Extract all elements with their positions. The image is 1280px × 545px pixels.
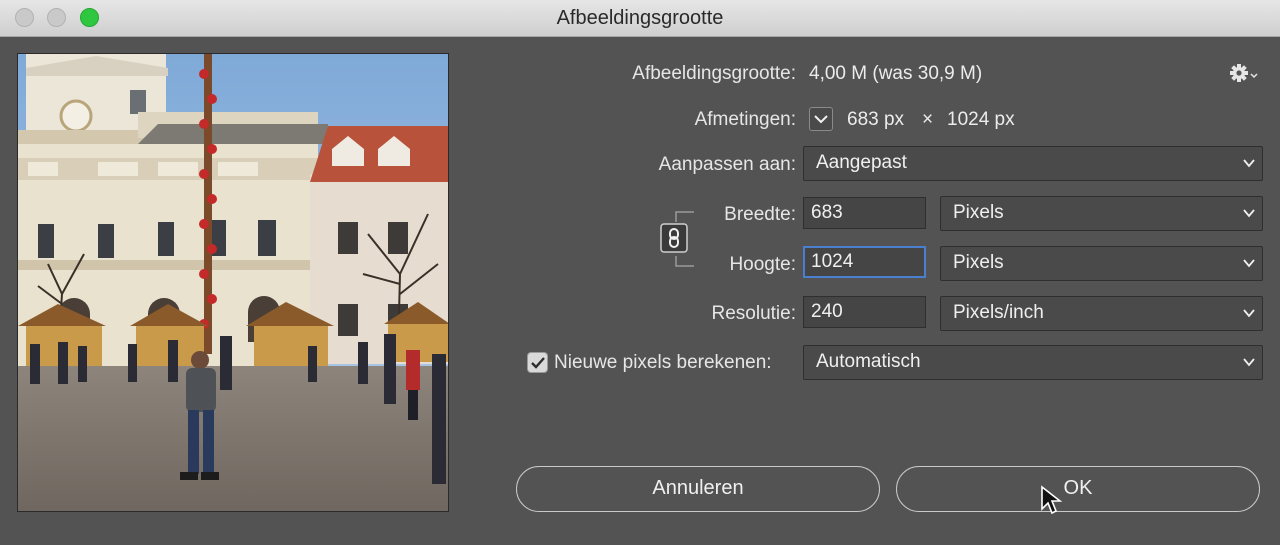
dimensions-label: Afmetingen: <box>694 109 796 130</box>
dimensions-dropdown-button[interactable] <box>809 107 833 131</box>
chain-link-icon[interactable] <box>660 223 688 253</box>
resample-label: Nieuwe pixels berekenen: <box>554 352 772 373</box>
width-unit-value: Pixels <box>953 202 1004 223</box>
checkmark-icon <box>531 357 545 369</box>
chevron-down-icon <box>1243 358 1255 367</box>
chevron-down-icon <box>1243 159 1255 168</box>
cancel-button[interactable]: Annuleren <box>516 466 880 512</box>
resample-checkbox[interactable] <box>527 352 548 373</box>
gear-icon[interactable] <box>1229 62 1259 84</box>
height-input[interactable] <box>803 246 926 278</box>
window-title: Afbeeldingsgrootte <box>556 7 724 29</box>
width-unit-select[interactable]: Pixels <box>940 196 1263 231</box>
fit-to-label: Aanpassen aan: <box>658 154 796 175</box>
ok-button[interactable]: OK <box>896 466 1260 512</box>
resolution-input[interactable] <box>803 296 926 328</box>
height-label: Hoogte: <box>729 254 796 275</box>
image-size-value: 4,00 M (was 30,9 M) <box>809 63 983 84</box>
resolution-label: Resolutie: <box>711 303 797 324</box>
resample-method-value: Automatisch <box>816 351 921 372</box>
resolution-unit-select[interactable]: Pixels/inch <box>940 296 1263 331</box>
height-unit-value: Pixels <box>953 252 1004 273</box>
width-label: Breedte: <box>724 204 796 225</box>
resample-method-select[interactable]: Automatisch <box>803 345 1263 380</box>
image-size-label: Afbeeldingsgrootte: <box>632 63 796 84</box>
preview-photo <box>18 54 448 511</box>
dimensions-times: × <box>922 109 934 130</box>
mouse-pointer-icon <box>1041 485 1062 515</box>
chevron-down-icon <box>1243 209 1255 218</box>
dimensions-height-value: 1024 px <box>947 109 1015 130</box>
fit-to-select[interactable]: Aangepast <box>803 146 1263 181</box>
resolution-unit-value: Pixels/inch <box>953 302 1044 323</box>
fit-to-value: Aangepast <box>816 152 907 173</box>
image-preview[interactable] <box>17 53 449 512</box>
dimensions-width-value: 683 px <box>847 109 905 130</box>
width-input[interactable] <box>803 197 926 229</box>
chevron-down-icon <box>814 115 828 124</box>
chevron-down-icon <box>1243 259 1255 268</box>
title-bar: Afbeeldingsgrootte <box>0 0 1280 37</box>
chevron-down-icon <box>1243 309 1255 318</box>
height-unit-select[interactable]: Pixels <box>940 246 1263 281</box>
